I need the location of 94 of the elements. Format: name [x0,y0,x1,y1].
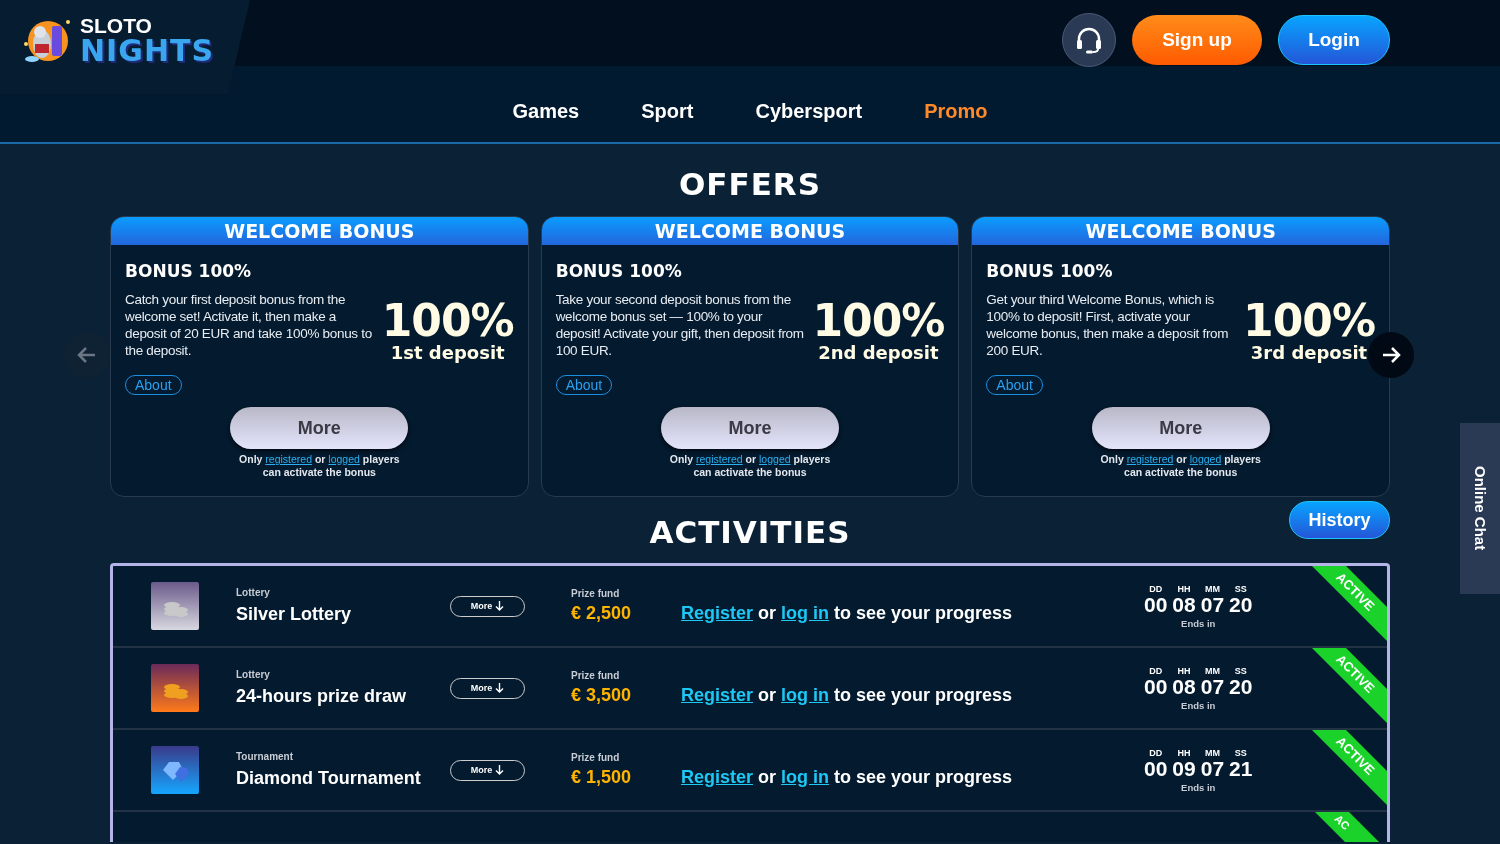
timer-value: 20 [1229,675,1253,698]
prize-label: Prize fund [571,670,621,681]
timer-unit-label: DD [1149,747,1163,758]
activity-category: Lottery [236,587,271,598]
logo-text: NIGHTS [80,35,215,66]
bonus-percent: 100% [1243,299,1375,343]
deposit-label: 3rd deposit [1250,343,1368,363]
offers-heading: OFFERS [678,166,822,202]
logged-link[interactable]: logged [759,453,791,465]
card-header: WELCOME BONUS [541,217,959,245]
bonus-note: Only registered or logged players can activate the bonus [668,453,832,479]
coins-icon [151,582,199,630]
down-arrow-icon [495,765,505,775]
logo-text: SLOTO [80,14,153,36]
prize-amount: € 1,500 [571,767,633,788]
timer-value: 21 [1229,757,1253,780]
timer-unit-label: MM [1204,583,1220,594]
deposit-label: 1st deposit [390,343,505,363]
register-link[interactable]: Register [681,602,754,623]
logged-link[interactable]: logged [328,453,360,465]
online-chat-tab[interactable]: Online Chat [1460,423,1500,594]
activity-category: Tournament [236,751,295,762]
registered-link[interactable]: registered [696,453,743,465]
progress-message: Register or log in to see your progress [681,601,1014,624]
timer-unit-label: HH [1177,583,1191,594]
bonus-title: BONUS 100% [555,261,683,281]
more-button[interactable]: More [661,407,839,449]
timer-value: 08 [1172,593,1196,616]
bonus-percent: 100% [812,299,945,343]
activity-name: 24-hours prize draw [236,686,408,707]
bonus-description: Take your second deposit bonus from the welcome bonus set — 100% to your deposit! Activate your gift, then deposit from 100 EUR. [555,291,805,359]
headset-icon [1074,25,1104,55]
timer-unit-label: HH [1177,747,1191,758]
timer-value: 08 [1172,675,1196,698]
activity-category: Lottery [236,669,271,680]
timer-value: 07 [1200,593,1225,616]
prize-label: Prize fund [571,588,621,599]
gems-icon [151,746,199,794]
history-button[interactable]: History [1289,501,1390,539]
more-button[interactable]: More [1091,407,1270,449]
progress-message: Register or log in to see your progress [681,683,1014,706]
support-headset-button[interactable] [1062,13,1116,67]
coins-icon [151,664,199,712]
timer-unit-label: DD [1149,583,1163,594]
activity-name: Silver Lottery [236,604,353,625]
log-in-link[interactable]: log in [781,684,830,705]
bonus-title: BONUS 100% [125,261,253,281]
timer-value: 00 [1144,757,1168,780]
timer-caption: Ends in [1181,699,1216,711]
registered-link[interactable]: registered [265,453,312,465]
prize-label: Prize fund [571,752,621,763]
login-button[interactable]: Login [1278,15,1390,65]
card-header: WELCOME BONUS [111,217,528,245]
prize-amount: € 2,500 [571,603,633,624]
log-in-link[interactable]: log in [781,766,830,787]
timer-caption: Ends in [1181,617,1216,629]
activities-heading: ACTIVITIES [649,514,851,550]
nav-tab[interactable]: Sport [641,99,694,123]
bonus-note: Only registered or logged players can activate the bonus [238,453,401,479]
bonus-note: Only registered or logged players can activate the bonus [1099,453,1262,479]
nav-tab[interactable]: Promo [924,99,988,123]
timer-unit-label: SS [1234,583,1247,594]
activity-name: Diamond Tournament [236,768,422,789]
card-header: WELCOME BONUS [972,217,1389,245]
timer-unit-label: MM [1204,665,1220,676]
timer-value: 20 [1229,593,1253,616]
timer-value: 07 [1200,675,1225,698]
timer-value: 07 [1200,757,1225,780]
timer-unit-label: SS [1234,747,1247,758]
bonus-description: Catch your first deposit bonus from the welcome set! Activate it, then make a deposit of 20 EUR and take 100% bonus to the deposit. [125,291,373,359]
log-in-link[interactable]: log in [781,602,830,623]
prize-amount: € 3,500 [571,685,633,706]
timer-unit-label: HH [1177,665,1191,676]
down-arrow-icon [495,683,505,693]
deposit-label: 2nd deposit [818,343,939,363]
timer-value: 00 [1144,593,1168,616]
register-link[interactable]: Register [681,766,754,787]
progress-message: Register or log in to see your progress [681,765,1014,788]
bonus-title: BONUS 100% [986,261,1114,281]
more-button[interactable]: More [230,407,409,449]
timer-caption: Ends in [1181,781,1216,793]
logged-link[interactable]: logged [1189,453,1222,465]
down-arrow-icon [495,601,505,611]
timer-unit-label: DD [1149,665,1163,676]
timer-value: 00 [1144,675,1168,698]
nav-tab[interactable]: Games [512,99,580,123]
bonus-description: Get your third Welcome Bonus, which is 100% to deposit! First, activate your welcome bonus, then make a deposit from 200 EUR. [986,291,1230,359]
registered-link[interactable]: registered [1126,453,1174,465]
timer-unit-label: MM [1204,747,1220,758]
bonus-percent: 100% [381,299,514,343]
timer-value: 09 [1172,757,1196,780]
register-link[interactable]: Register [681,684,754,705]
timer-unit-label: SS [1234,665,1247,676]
nav-tab[interactable]: Cybersport [755,99,863,123]
